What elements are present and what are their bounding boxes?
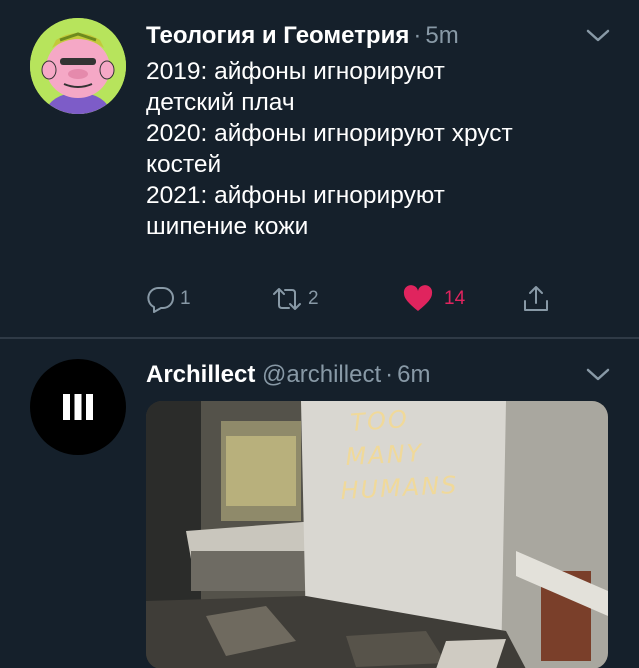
abandoned-room-photo: TOO MANY HUMANS [146,401,608,668]
avatar[interactable] [30,359,126,455]
chevron-down-icon [586,368,610,381]
reply-button[interactable]: 1 [146,282,191,316]
tweet[interactable]: Archillect @archillect · 6m TOO MANY HUM… [0,339,639,668]
avatar[interactable] [30,18,126,114]
tweet-text-line: 2021: айфоны игнорируют [146,182,445,209]
like-button[interactable]: 14 [402,282,465,316]
author-handle[interactable]: @archillect [262,361,381,388]
timestamp[interactable]: 5m [425,22,458,49]
reply-count: 1 [180,288,191,309]
more-options-button[interactable] [585,28,611,44]
chevron-down-icon [586,29,610,42]
timeline: Теология и Геометрия · 5m 2019: айфоны игн… [0,0,639,668]
tweet-text: 2019: айфоны игнорируют детский плач 202… [146,56,606,242]
tweet[interactable]: Теология и Геометрия · 5m 2019: айфоны игн… [0,0,639,338]
reply-icon [147,287,174,313]
cartoon-face-avatar-icon [30,18,126,114]
timestamp[interactable]: 6m [397,361,430,388]
more-options-button[interactable] [585,367,611,383]
like-count: 14 [444,288,466,309]
tweet-text-line: 2019: айфоны игнорируют [146,58,445,85]
separator: · [385,361,394,388]
tweet-text-line: детский плач [146,89,295,116]
graffiti-line: TOO [349,405,409,437]
tweet-header: Теология и Геометрия · 5m [146,22,459,50]
retweet-button[interactable]: 2 [270,282,319,316]
graffiti-line: MANY [345,439,424,471]
tweet-text-line: костей [146,151,222,178]
retweet-count: 2 [308,288,319,309]
retweet-icon [273,288,301,310]
tweet-header: Archillect @archillect · 6m [146,361,430,389]
tweet-text-line: 2020: айфоны игнорируют хруст [146,120,513,147]
tweet-media-image[interactable]: TOO MANY HUMANS [146,401,608,668]
share-icon [524,286,548,311]
share-button[interactable] [522,282,550,316]
separator: · [413,22,422,49]
author-name[interactable]: Archillect [146,361,255,388]
tweet-text-line: шипение кожи [146,213,309,240]
author-name[interactable]: Теология и Геометрия [146,22,409,49]
tweet-actions: 1 2 14 [146,282,586,316]
heart-icon [403,285,433,311]
three-bars-logo-icon [63,394,93,420]
